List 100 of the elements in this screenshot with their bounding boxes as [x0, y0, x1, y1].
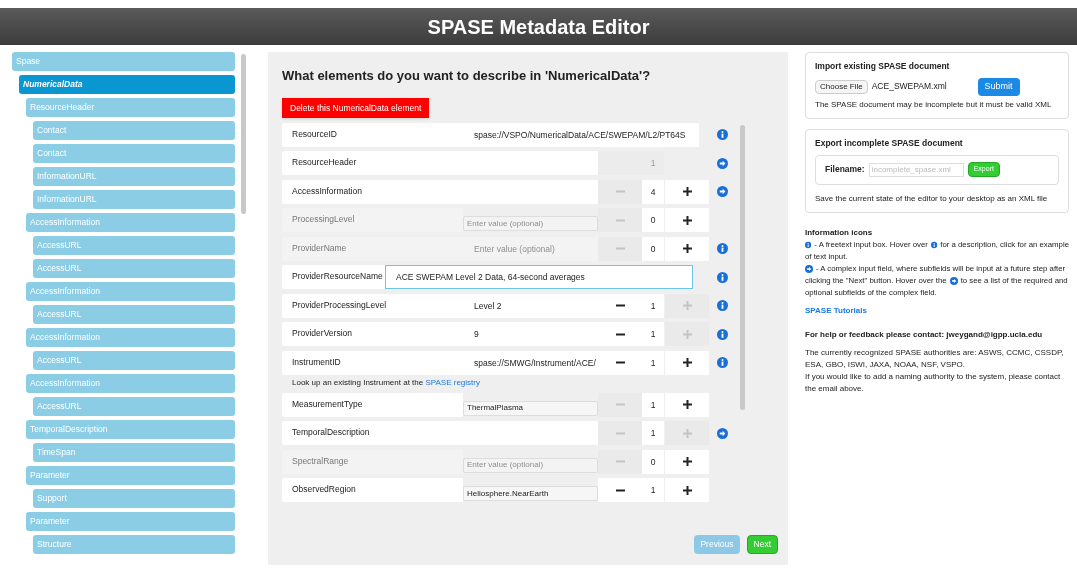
tree-item[interactable]: Contact — [33, 121, 235, 140]
info-icon[interactable] — [716, 129, 728, 141]
plus-button[interactable] — [665, 392, 709, 417]
plus-button[interactable] — [665, 179, 709, 204]
delete-button[interactable]: Delete this NumericalData element — [282, 97, 430, 118]
tree-item[interactable]: AccessInformation — [26, 374, 235, 393]
submit-button[interactable]: Submit — [977, 77, 1020, 96]
field-label: ResourceHeader — [282, 151, 598, 176]
count-display: 0 — [642, 449, 664, 474]
plus-icon — [682, 244, 692, 254]
plus-button[interactable] — [665, 478, 709, 503]
info-icon[interactable] — [716, 243, 728, 255]
tree-item[interactable]: AccessURL — [33, 351, 235, 370]
text-field[interactable]: ACE SWEPAM Level 2 Data, 64-second averages — [385, 265, 693, 290]
plus-icon — [682, 400, 692, 410]
plus-icon — [682, 329, 692, 339]
app-title: SPASE Metadata Editor — [427, 14, 650, 40]
scrollbar[interactable] — [241, 54, 246, 214]
form-heading: What elements do you want to describe in 'NumericalData'? — [282, 67, 652, 85]
field-label: SpectralRange — [282, 449, 463, 474]
count-display: 1 — [642, 350, 664, 375]
count-display: 1 — [642, 293, 664, 318]
field-label: ProviderName — [282, 236, 463, 261]
tutorials-link[interactable]: SPASE Tutorials — [805, 304, 1069, 317]
field-label: TemporalDescription — [282, 421, 598, 446]
field-label: AccessInformation — [282, 179, 598, 204]
tree-item[interactable]: Support — [33, 489, 235, 508]
select-field[interactable]: Enter value (optional) — [463, 216, 598, 232]
plus-icon — [682, 358, 692, 368]
tree-item[interactable]: AccessInformation — [26, 213, 235, 232]
field-label: ProviderResourceName — [282, 265, 385, 290]
plus-button[interactable] — [665, 236, 709, 261]
tree-item[interactable]: AccessURL — [33, 397, 235, 416]
field-label: MeasurementType — [282, 392, 463, 417]
choose-file-button[interactable]: Choose File — [815, 79, 868, 94]
section-title: Information icons — [805, 226, 874, 239]
plus-icon — [682, 457, 692, 467]
tree-item[interactable]: AccessInformation — [26, 328, 235, 347]
tree-item[interactable]: Spase — [12, 52, 235, 71]
help-text: For help or feedback please contact: jweygand@igpp.ucla.edu — [805, 328, 1044, 341]
import-note: The SPASE document may be incomplete but it must be valid XML — [815, 98, 1053, 111]
tree-item[interactable]: ResourceHeader — [26, 98, 235, 117]
plus-icon — [682, 215, 692, 225]
arrow-right-icon[interactable] — [716, 427, 728, 439]
tree-item[interactable]: TimeSpan — [33, 443, 235, 462]
arrow-right-icon[interactable] — [716, 186, 728, 198]
plus-button[interactable] — [665, 350, 709, 375]
text-field[interactable]: spase://VSPO/NumericalData/ACE/SWEPAM/L2/PT64S — [463, 122, 699, 147]
naming-text: If you would like to add a naming authority to the system, please contact the email above. — [805, 370, 1062, 395]
tree-item[interactable]: AccessInformation — [26, 282, 235, 301]
arrow-right-icon[interactable] — [805, 264, 813, 273]
tree-item[interactable]: NumericalData — [19, 75, 235, 94]
tree-item[interactable]: Parameter — [26, 466, 235, 485]
tree-item[interactable]: AccessURL — [33, 259, 235, 278]
text-field[interactable]: 9 — [463, 322, 598, 347]
tree-item[interactable]: Contact — [33, 144, 235, 163]
card-title: Export incomplete SPASE document — [815, 136, 964, 150]
plus-button[interactable] — [665, 208, 709, 233]
note-text: Look up an existing Instrument at the — [292, 378, 425, 388]
info-icon[interactable] — [805, 240, 812, 249]
select-field[interactable]: Heliosphere.NearEarth — [463, 486, 598, 502]
count-display: 0 — [642, 236, 664, 261]
text-field[interactable]: spase://SMWG/Instrument/ACE/ — [463, 350, 598, 375]
filename-field[interactable]: incomplete_spase.xml — [868, 162, 964, 177]
field-label: ObservedRegion — [282, 478, 463, 503]
count-display: 1 — [642, 421, 664, 446]
next-button[interactable]: Next — [746, 534, 778, 554]
tree-item[interactable]: AccessURL — [33, 236, 235, 255]
card-title: Import existing SPASE document — [815, 60, 951, 73]
tree-item[interactable]: InformationURL — [33, 167, 235, 186]
tree-item[interactable]: AccessURL — [33, 305, 235, 324]
info-icon[interactable] — [716, 328, 728, 340]
registry-link[interactable]: SPASE registry — [425, 378, 480, 388]
arrow-right-icon[interactable] — [949, 276, 958, 285]
authorities-text: The currently recognized SPASE authorities are: ASWS, CCMC, CSSDP, ESA, GBO, ISWI, JAXA, NOAA, NSF, VSPO. — [805, 346, 1065, 371]
scrollbar[interactable] — [740, 124, 745, 410]
plus-icon — [682, 485, 692, 495]
field-label: InstrumentID — [282, 350, 463, 375]
arrow-right-icon[interactable] — [716, 157, 728, 169]
select-field[interactable]: Enter value (optional) — [463, 457, 598, 473]
plus-icon — [682, 187, 692, 197]
field-label: ProcessingLevel — [282, 208, 463, 233]
info-icon[interactable] — [716, 300, 728, 312]
select-field[interactable]: ThermalPlasma — [463, 400, 598, 416]
export-note: Save the current state of the editor to your desktop as an XML file — [815, 192, 1049, 205]
info-icon[interactable] — [716, 357, 728, 369]
file-name: ACE_SWEPAM.xml — [871, 80, 947, 94]
tree-item[interactable]: Structure — [33, 535, 235, 554]
minus-button[interactable] — [598, 478, 642, 503]
tree-item[interactable]: Parameter — [26, 512, 235, 531]
info-icon[interactable] — [930, 240, 938, 249]
plus-icon — [682, 428, 692, 438]
tree-item[interactable]: InformationURL — [33, 190, 235, 209]
count-display: 1 — [642, 478, 664, 503]
tree-item[interactable]: TemporalDescription — [26, 420, 235, 439]
plus-button[interactable] — [665, 449, 709, 474]
text-field[interactable]: Enter value (optional) — [463, 236, 598, 261]
text-field[interactable]: Level 2 — [463, 293, 598, 318]
info-icon[interactable] — [716, 271, 728, 283]
field-label: ProviderVersion — [282, 322, 463, 347]
